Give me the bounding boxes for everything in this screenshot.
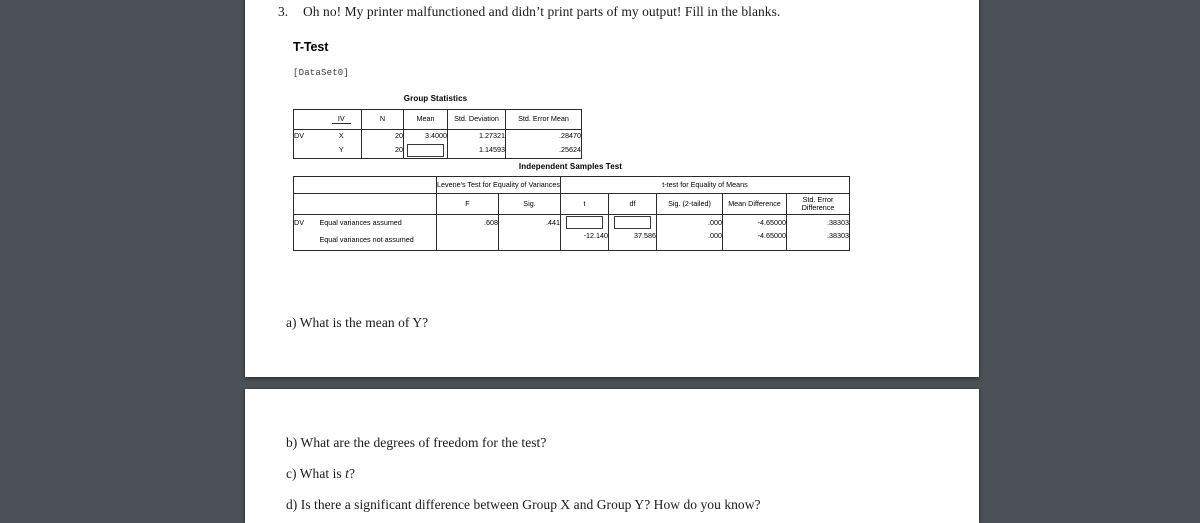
column-header-std-deviation: Std. Deviation — [447, 109, 506, 130]
cell-f — [436, 230, 499, 251]
independent-samples-test-title: Independent Samples Test — [518, 162, 623, 171]
group-column-label: IV — [331, 114, 351, 125]
column-header-sig-2tailed: Sig. (2-tailed) — [656, 193, 723, 215]
cell-df: 37.586 — [608, 230, 657, 251]
corner-cell — [293, 109, 322, 130]
document-page-1: 3. Oh no! My printer malfunctioned and d… — [245, 0, 979, 377]
column-header-mean-difference: Mean Difference — [722, 193, 787, 215]
group-statistics-title: Group Statistics — [403, 94, 468, 103]
column-header-std-error-difference: Std. Error Difference — [785, 193, 850, 215]
cell-std-error-difference: .38303 — [785, 230, 850, 251]
cell-t-blank — [560, 214, 609, 231]
group-column-header: IV — [321, 109, 362, 130]
sub-question-c: c) What is t? — [286, 466, 355, 482]
table-header-row: F Sig. t df Sig. (2-tailed) Mean Differe… — [293, 193, 850, 215]
row-block-label-empty — [294, 231, 320, 251]
cell-sig — [498, 230, 561, 251]
document-viewer: 3. Oh no! My printer malfunctioned and d… — [0, 0, 1200, 523]
table-row: DV Equal variances assumed .608 .441 .00… — [294, 214, 850, 231]
question-number: 3. — [278, 4, 289, 19]
column-header-mean: Mean — [403, 109, 448, 130]
dataset-label: [DataSet0] — [293, 68, 350, 78]
cell-std-error-difference: .38303 — [785, 214, 850, 231]
sub-question-c-prefix: c) What is — [286, 466, 346, 481]
column-header-t: t — [560, 193, 609, 215]
document-page-2: b) What are the degrees of freedom for t… — [245, 389, 979, 523]
cell-sig-2tailed: .000 — [656, 214, 723, 231]
cell-f: .608 — [436, 214, 499, 231]
table-header-row: IV N Mean Std. Deviation Std. Error Mean — [293, 109, 582, 130]
row-block-label-empty — [294, 143, 322, 159]
cell-sig: .441 — [498, 214, 561, 231]
row-group-label: Y — [338, 144, 344, 154]
cell-sig-2tailed: .000 — [656, 230, 723, 251]
independent-samples-test-table: Levene's Test for Equality of Variances … — [293, 176, 851, 251]
blank-answer-box-df — [614, 216, 651, 230]
table-row: DV X 20 3.4000 1.27321 .28470 — [294, 129, 582, 143]
row-block-label: DV — [294, 217, 304, 227]
corner-cell — [293, 176, 437, 194]
cell-std-deviation: 1.14593 — [447, 142, 506, 158]
cell-std-error-mean: .28470 — [505, 129, 582, 143]
column-header-f: F — [436, 193, 499, 215]
cell-std-deviation: 1.27321 — [447, 129, 506, 143]
cell-std-error-mean: .25624 — [505, 142, 582, 158]
group-header-ttest: t-test for Equality of Means — [559, 176, 850, 194]
table-row: Y 20 1.14593 .25624 — [294, 142, 582, 159]
column-header-std-error-mean: Std. Error Mean — [505, 109, 582, 130]
table-group-header-row: Levene's Test for Equality of Variances … — [293, 176, 850, 194]
sub-question-b: b) What are the degrees of freedom for t… — [286, 435, 547, 450]
blank-answer-box-t — [566, 216, 603, 230]
cell-n: 20 — [361, 129, 404, 143]
blank-answer-box-mean-y — [407, 143, 444, 157]
row-label-equal-variances-not-assumed: Equal variances not assumed — [319, 235, 414, 244]
column-header-sig: Sig. — [498, 193, 561, 215]
cell-mean-blank — [403, 142, 448, 158]
corner-cell-2 — [293, 193, 437, 215]
cell-mean: 3.4000 — [403, 129, 448, 143]
cell-df-blank — [608, 214, 657, 231]
sub-question-c-suffix: ? — [348, 466, 356, 481]
group-statistics-table: IV N Mean Std. Deviation Std. Error Mean… — [293, 109, 582, 159]
question-prompt: Oh no! My printer malfunctioned and didn… — [303, 4, 781, 19]
cell-mean-difference: -4.65000 — [722, 214, 787, 231]
row-block-label: DV — [294, 131, 304, 140]
group-header-levene: Levene's Test for Equality of Variances — [436, 176, 561, 194]
cell-t: -12.140 — [560, 230, 609, 251]
cell-n: 20 — [361, 142, 404, 158]
cell-mean-difference: -4.65000 — [722, 230, 787, 251]
sub-question-d: d) Is there a significant difference bet… — [286, 497, 761, 512]
row-label-equal-variances-assumed: Equal variances assumed — [319, 217, 402, 227]
row-group-label: X — [338, 131, 344, 140]
column-header-df: df — [608, 193, 657, 215]
column-header-n: N — [361, 109, 404, 130]
spss-output-heading: T-Test — [293, 40, 329, 54]
table-row: Equal variances not assumed -12.140 37.5… — [294, 230, 850, 251]
sub-question-a: a) What is the mean of Y? — [286, 315, 429, 330]
